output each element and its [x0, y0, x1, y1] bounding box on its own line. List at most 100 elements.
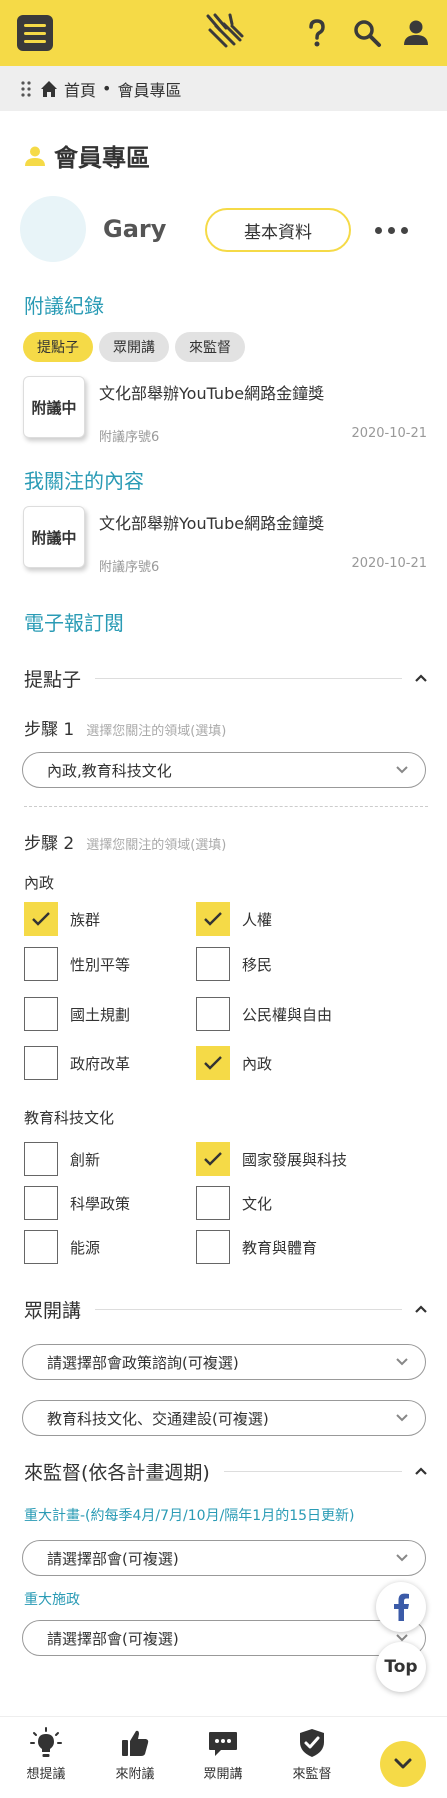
checkbox-box[interactable] — [24, 997, 58, 1031]
major-work-select-value: 請選擇部會(可複選) — [47, 1629, 179, 1648]
record-card[interactable]: 附議中 文化部舉辦YouTube網路金鐘獎 附議序號6 2020-10-21 — [23, 376, 427, 448]
chevron-up-icon[interactable] — [414, 1304, 428, 1314]
filter-chip-monitor[interactable]: 來監督 — [175, 332, 245, 362]
following-card[interactable]: 附議中 文化部舉辦YouTube網路金鐘獎 附議序號6 2020-10-21 — [23, 506, 427, 578]
chat-icon — [209, 1732, 237, 1756]
major-plan-select[interactable]: 請選擇部會(可複選) — [22, 1540, 426, 1576]
step-1-select[interactable]: 內政,教育科技文化 — [22, 752, 426, 788]
checkbox-label: 教育與體育 — [242, 1238, 318, 1257]
filter-chip-idea[interactable]: 提點子 — [23, 332, 93, 362]
thumbs-up-icon — [122, 1730, 149, 1756]
checkbox-civil-rights[interactable]: 公民權與自由 — [196, 997, 332, 1031]
group-label-education: 教育科技文化 — [24, 1109, 115, 1127]
checkbox-label: 國土規劃 — [70, 1005, 131, 1024]
group-label-interior: 內政 — [24, 874, 55, 892]
filter-chip-forum[interactable]: 眾開講 — [99, 332, 169, 362]
chevron-down-icon — [396, 1358, 408, 1366]
checkbox-label: 政府改革 — [70, 1054, 131, 1073]
checkbox-label: 文化 — [242, 1194, 273, 1213]
forum-select-topic[interactable]: 教育科技文化、交通建設(可複選) — [22, 1400, 426, 1436]
step-2-hint: 選擇您關注的領域(選填) — [86, 838, 227, 853]
checkbox-label: 族群 — [70, 910, 101, 929]
records-section-title: 附議紀錄 — [24, 294, 104, 318]
shield-check-icon — [300, 1729, 324, 1757]
scroll-down-button[interactable] — [380, 1741, 426, 1787]
checkbox-box[interactable] — [24, 1142, 58, 1176]
back-to-top-button[interactable]: Top — [376, 1642, 426, 1692]
status-stamp: 附議中 — [23, 506, 85, 568]
check-icon — [204, 912, 222, 926]
following-title[interactable]: 文化部舉辦YouTube網路金鐘獎 — [99, 510, 324, 534]
checkbox-label: 人權 — [242, 910, 273, 929]
chevron-up-icon[interactable] — [414, 1466, 428, 1476]
checkbox-culture[interactable]: 文化 — [196, 1186, 272, 1220]
breadcrumb-separator: • — [102, 79, 112, 98]
checkbox-box[interactable] — [196, 947, 230, 981]
accordion-forum-header[interactable]: 眾開講 — [24, 1297, 428, 1322]
step-1: 步驟 1 選擇您關注的領域(選填) — [24, 715, 226, 740]
dashed-divider — [24, 806, 428, 807]
checkbox-energy[interactable]: 能源 — [24, 1230, 100, 1264]
checkbox-box[interactable] — [24, 1186, 58, 1220]
check-icon — [204, 1152, 222, 1166]
page-title-text: 會員專區 — [54, 144, 150, 172]
checkbox-label: 公民權與自由 — [242, 1005, 333, 1024]
search-icon[interactable] — [352, 18, 382, 48]
join-logo-icon[interactable] — [202, 12, 246, 54]
major-work-select[interactable]: 請選擇部會(可複選) — [22, 1620, 426, 1656]
user-icon[interactable] — [401, 18, 431, 48]
checkbox-land-planning[interactable]: 國土規劃 — [24, 997, 130, 1031]
nav-monitor[interactable]: 來監督 — [282, 1727, 342, 1782]
checkbox-interior[interactable]: 內政 — [196, 1046, 272, 1080]
breadcrumb-home-link[interactable]: 首頁 — [64, 77, 96, 101]
checkbox-box[interactable] — [196, 1230, 230, 1264]
nav-monitor-label: 來監督 — [292, 1767, 332, 1782]
checkbox-box[interactable] — [196, 902, 230, 936]
checkbox-education-sports[interactable]: 教育與體育 — [196, 1230, 317, 1264]
nav-forum[interactable]: 眾開講 — [193, 1727, 253, 1782]
accordion-forum-title: 眾開講 — [24, 1299, 82, 1322]
chevron-down-icon — [396, 1554, 408, 1562]
accordion-idea-header[interactable]: 提點子 — [24, 666, 428, 691]
check-icon — [32, 912, 50, 926]
status-stamp: 附議中 — [23, 376, 85, 438]
checkbox-gov-reform[interactable]: 政府改革 — [24, 1046, 130, 1080]
checkbox-box[interactable] — [24, 947, 58, 981]
chevron-down-icon — [396, 1414, 408, 1422]
breadcrumb-current: 會員專區 — [117, 80, 182, 100]
forum-select-ministry-value: 請選擇部會政策諮詢(可複選) — [47, 1353, 239, 1372]
nav-propose[interactable]: 想提議 — [16, 1727, 76, 1782]
checkbox-box[interactable] — [24, 902, 58, 936]
checkbox-science-policy[interactable]: 科學政策 — [24, 1186, 130, 1220]
accordion-monitor-header[interactable]: 來監督(依各計畫週期) — [24, 1459, 428, 1484]
record-number: 附議序號6 — [99, 430, 160, 445]
checkbox-box[interactable] — [196, 997, 230, 1031]
check-icon — [204, 1056, 222, 1070]
checkbox-box[interactable] — [196, 1186, 230, 1220]
record-title[interactable]: 文化部舉辦YouTube網路金鐘獎 — [99, 380, 324, 404]
avatar — [20, 196, 86, 262]
home-icon[interactable] — [40, 80, 58, 98]
hamburger-menu-button[interactable] — [17, 15, 53, 51]
checkbox-box[interactable] — [24, 1230, 58, 1264]
forum-select-ministry[interactable]: 請選擇部會政策諮詢(可複選) — [22, 1344, 426, 1380]
checkbox-immigration[interactable]: 移民 — [196, 947, 272, 981]
checkbox-ethnic[interactable]: 族群 — [24, 902, 100, 936]
checkbox-box[interactable] — [196, 1142, 230, 1176]
checkbox-innovation[interactable]: 創新 — [24, 1142, 100, 1176]
help-icon[interactable] — [302, 18, 332, 48]
profile-info-button[interactable]: 基本資料 — [205, 208, 351, 252]
accordion-monitor-title: 來監督(依各計畫週期) — [24, 1461, 210, 1484]
nav-endorse[interactable]: 來附議 — [105, 1727, 165, 1782]
following-number: 附議序號6 — [99, 560, 160, 575]
checkbox-human-rights[interactable]: 人權 — [196, 902, 272, 936]
checkbox-gender-equality[interactable]: 性別平等 — [24, 947, 130, 981]
step-2-label: 步驟 2 — [24, 834, 75, 854]
checkbox-box[interactable] — [24, 1046, 58, 1080]
chevron-up-icon[interactable] — [414, 673, 428, 683]
facebook-share-button[interactable] — [376, 1582, 426, 1632]
checkbox-box[interactable] — [196, 1046, 230, 1080]
accordion-idea-title: 提點子 — [24, 668, 82, 691]
checkbox-national-development[interactable]: 國家發展與科技 — [196, 1142, 347, 1176]
ellipsis-icon[interactable] — [375, 222, 413, 238]
